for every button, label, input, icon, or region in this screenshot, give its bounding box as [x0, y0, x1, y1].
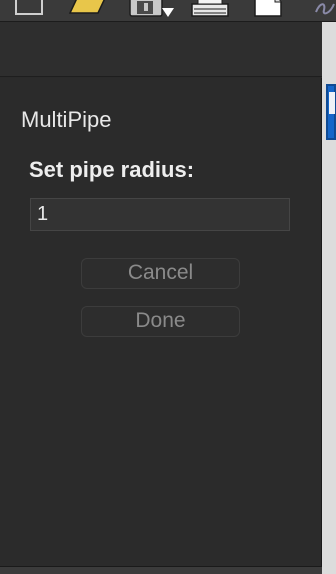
done-button[interactable]: Done: [81, 306, 240, 337]
canvas-viewport[interactable]: [322, 22, 336, 574]
cancel-button[interactable]: Cancel: [81, 258, 240, 289]
folder-open-icon[interactable]: [68, 0, 108, 22]
dialog-title: MultiPipe: [21, 107, 112, 132]
save-icon[interactable]: [128, 0, 178, 22]
toolbar: [0, 0, 336, 22]
canvas-selection-handle-inner: [329, 92, 335, 114]
script-icon[interactable]: [312, 0, 336, 22]
new-document-icon[interactable]: [253, 0, 283, 22]
header-band: [0, 22, 322, 77]
panel-bottom-bar: [0, 566, 322, 574]
pipe-radius-label: Set pipe radius:: [29, 157, 195, 182]
pipe-radius-input[interactable]: [30, 198, 290, 231]
stop-icon[interactable]: [14, 0, 44, 22]
print-icon[interactable]: [190, 0, 230, 22]
